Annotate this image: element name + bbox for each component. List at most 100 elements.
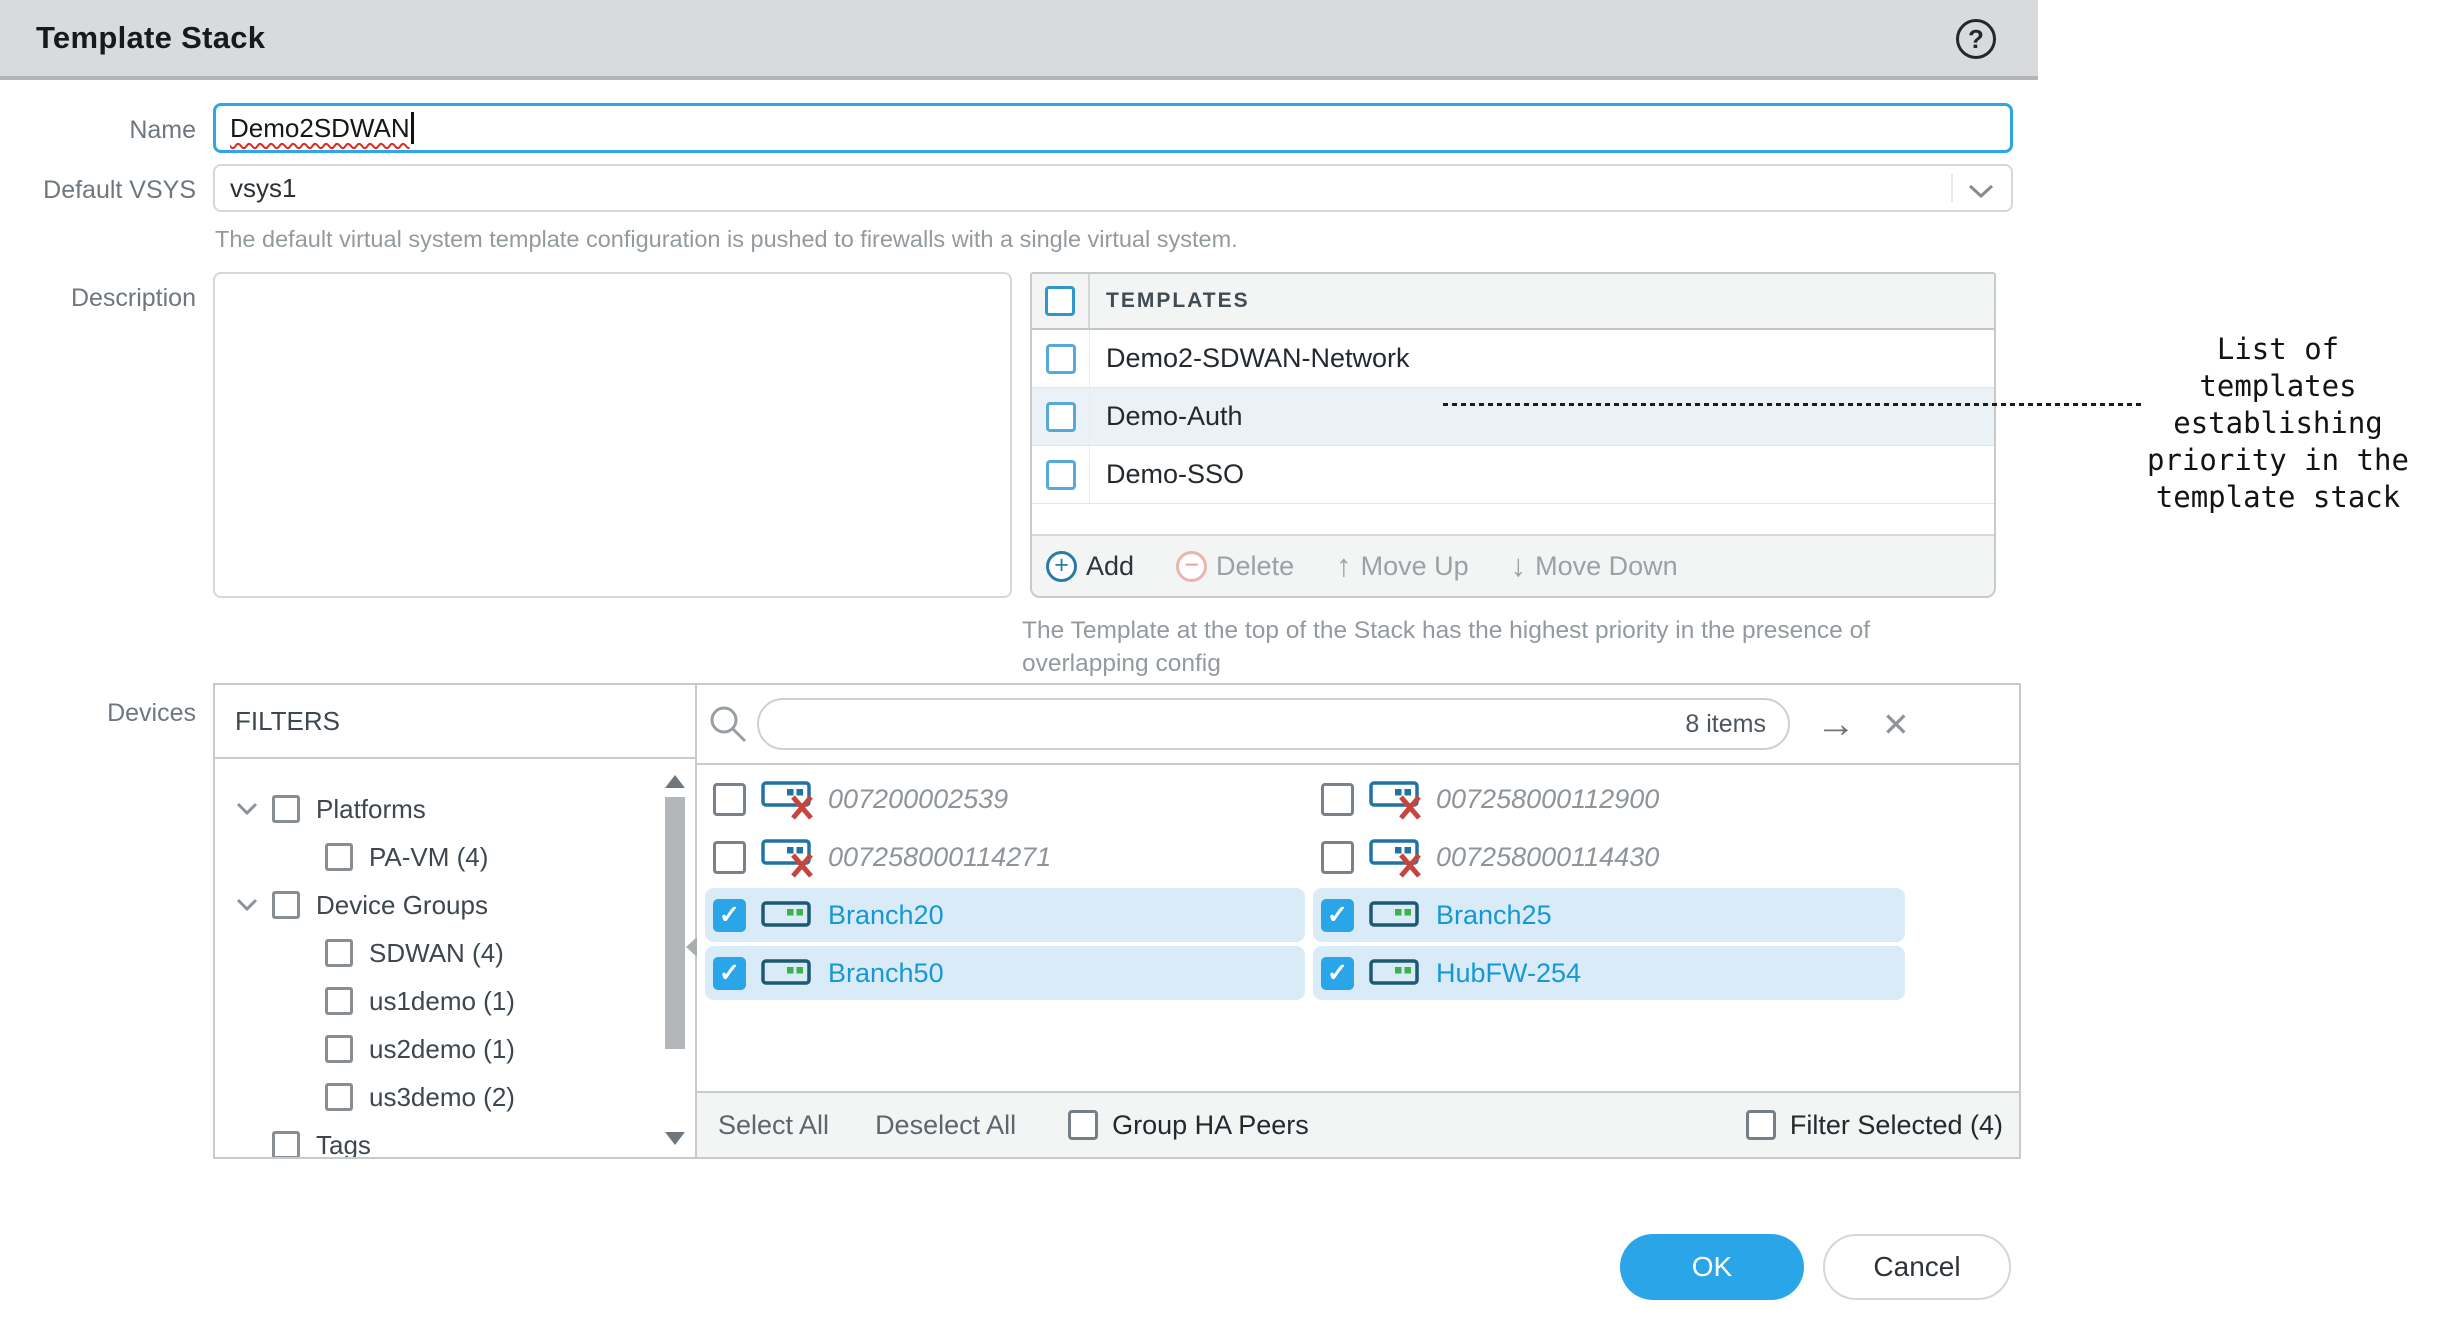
device-row[interactable]: ✓ Branch20 (705, 888, 1305, 942)
device-icon-wrap (1368, 834, 1424, 880)
firewall-connected-icon (760, 892, 816, 938)
device-icon-wrap (1368, 950, 1424, 996)
select-all-link[interactable]: Select All (718, 1110, 829, 1141)
name-value-text: Demo2SDWAN (230, 113, 410, 144)
filter-checkbox[interactable] (325, 1083, 353, 1111)
filter-tree-item[interactable]: PA-VM (4) (215, 833, 695, 881)
filter-checkbox[interactable] (325, 987, 353, 1015)
device-checkbox[interactable] (713, 783, 746, 816)
devices-label: Devices (0, 699, 196, 728)
device-row[interactable]: 007258000114271 (705, 830, 1305, 884)
delete-button[interactable]: − Delete (1176, 551, 1294, 582)
filter-selected-checkbox[interactable] (1746, 1110, 1776, 1140)
template-checkbox[interactable] (1046, 402, 1076, 432)
template-checkbox[interactable] (1046, 344, 1076, 374)
search-input[interactable]: 8 items (757, 698, 1790, 750)
device-checkbox-checked[interactable]: ✓ (1321, 957, 1354, 990)
filters-pane: FILTERS Platforms PA-VM (4) Device Group… (215, 685, 697, 1157)
filter-label: us2demo (1) (369, 1034, 515, 1065)
device-name: 007258000112900 (1436, 784, 1659, 815)
filter-tree-item[interactable]: Platforms (215, 785, 695, 833)
default-vsys-value: vsys1 (230, 173, 296, 204)
templates-panel: TEMPLATES Demo2-SDWAN-Network Demo-Auth … (1030, 272, 1996, 598)
templates-select-all-checkbox[interactable] (1045, 286, 1075, 316)
device-icon-wrap (760, 834, 816, 880)
filter-tree-item[interactable]: Tags (215, 1121, 695, 1157)
template-name: Demo-SSO (1106, 459, 1244, 490)
add-button[interactable]: + Add (1046, 551, 1134, 582)
deselect-all-link[interactable]: Deselect All (875, 1110, 1016, 1141)
device-icon-wrap (760, 776, 816, 822)
filter-tree-item[interactable]: SDWAN (4) (215, 929, 695, 977)
template-checkbox[interactable] (1046, 460, 1076, 490)
device-search-row: 8 items → ✕ (697, 685, 2019, 765)
device-checkbox[interactable] (1321, 841, 1354, 874)
filter-checkbox[interactable] (272, 795, 300, 823)
device-name: 007258000114430 (1436, 842, 1659, 873)
filter-label: us3demo (2) (369, 1082, 515, 1113)
scroll-up-arrow-icon[interactable] (665, 775, 685, 788)
device-row[interactable]: 007258000114430 (1313, 830, 1905, 884)
device-row[interactable]: ✓ Branch25 (1313, 888, 1905, 942)
filter-checkbox[interactable] (325, 843, 353, 871)
templates-list: Demo2-SDWAN-Network Demo-Auth Demo-SSO (1032, 330, 1994, 504)
default-vsys-select[interactable]: vsys1 (213, 164, 2013, 212)
description-textarea[interactable] (213, 272, 1012, 598)
firewall-connected-icon (760, 950, 816, 996)
template-name: Demo2-SDWAN-Network (1106, 343, 1410, 374)
filters-header: FILTERS (215, 685, 695, 759)
help-icon[interactable]: ? (1956, 19, 1996, 59)
filter-tree-item[interactable]: Device Groups (215, 881, 695, 929)
filter-tree-item[interactable]: us2demo (1) (215, 1025, 695, 1073)
filter-checkbox[interactable] (272, 1131, 300, 1157)
chevron-down-icon (1967, 183, 1995, 199)
move-down-button[interactable]: ↓ Move Down (1511, 548, 1678, 584)
device-icon-wrap (760, 950, 816, 996)
filter-checkbox[interactable] (325, 939, 353, 967)
template-row[interactable]: Demo-SSO (1032, 446, 1994, 504)
annotation-pointer-line (1443, 403, 2143, 406)
description-label: Description (0, 284, 196, 313)
templates-header-row: TEMPLATES (1032, 274, 1994, 330)
device-name: 007200002539 (828, 784, 1008, 815)
device-checkbox[interactable] (1321, 783, 1354, 816)
filter-label: Device Groups (316, 890, 488, 921)
move-up-button[interactable]: ↑ Move Up (1336, 548, 1469, 584)
device-row[interactable]: 007258000112900 (1313, 772, 1905, 826)
default-vsys-help-text: The default virtual system template conf… (215, 226, 1238, 253)
clear-filter-icon[interactable]: ✕ (1882, 708, 1910, 741)
arrow-down-icon: ↓ (1511, 548, 1527, 584)
ok-button[interactable]: OK (1620, 1234, 1804, 1300)
default-vsys-label: Default VSYS (0, 176, 196, 205)
device-checkbox[interactable] (713, 841, 746, 874)
device-checkbox-checked[interactable]: ✓ (713, 957, 746, 990)
chevron-down-icon[interactable] (232, 802, 262, 816)
device-checkbox-checked[interactable]: ✓ (1321, 899, 1354, 932)
device-row[interactable]: ✓ Branch50 (705, 946, 1305, 1000)
device-name: HubFW-254 (1436, 958, 1581, 989)
cancel-button[interactable]: Cancel (1823, 1234, 2011, 1300)
group-ha-peers-checkbox[interactable] (1068, 1110, 1098, 1140)
chevron-down-icon[interactable] (232, 898, 262, 912)
template-priority-note: The Template at the top of the Stack has… (1022, 614, 1934, 680)
scroll-down-arrow-icon[interactable] (665, 1132, 685, 1145)
device-checkbox-checked[interactable]: ✓ (713, 899, 746, 932)
firewall-disconnected-icon (1368, 776, 1424, 822)
template-row[interactable]: Demo-Auth (1032, 388, 1994, 446)
text-caret (411, 112, 414, 144)
device-name: 007258000114271 (828, 842, 1051, 873)
filter-label: Platforms (316, 794, 426, 825)
filter-checkbox[interactable] (325, 1035, 353, 1063)
template-row[interactable]: Demo2-SDWAN-Network (1032, 330, 1994, 388)
filter-tree-item[interactable]: us3demo (2) (215, 1073, 695, 1121)
device-row[interactable]: 007200002539 (705, 772, 1305, 826)
scrollbar-thumb[interactable] (665, 797, 685, 1049)
filter-checkbox[interactable] (272, 891, 300, 919)
name-input[interactable]: Demo2SDWAN (213, 103, 2013, 153)
collapse-filters-handle[interactable] (686, 937, 697, 957)
apply-filter-arrow-icon[interactable]: → (1816, 704, 1856, 744)
filter-selected-label: Filter Selected (4) (1790, 1110, 2003, 1141)
device-row[interactable]: ✓ HubFW-254 (1313, 946, 1905, 1000)
filter-tree-item[interactable]: us1demo (1) (215, 977, 695, 1025)
filters-scrollbar[interactable] (661, 763, 689, 1157)
